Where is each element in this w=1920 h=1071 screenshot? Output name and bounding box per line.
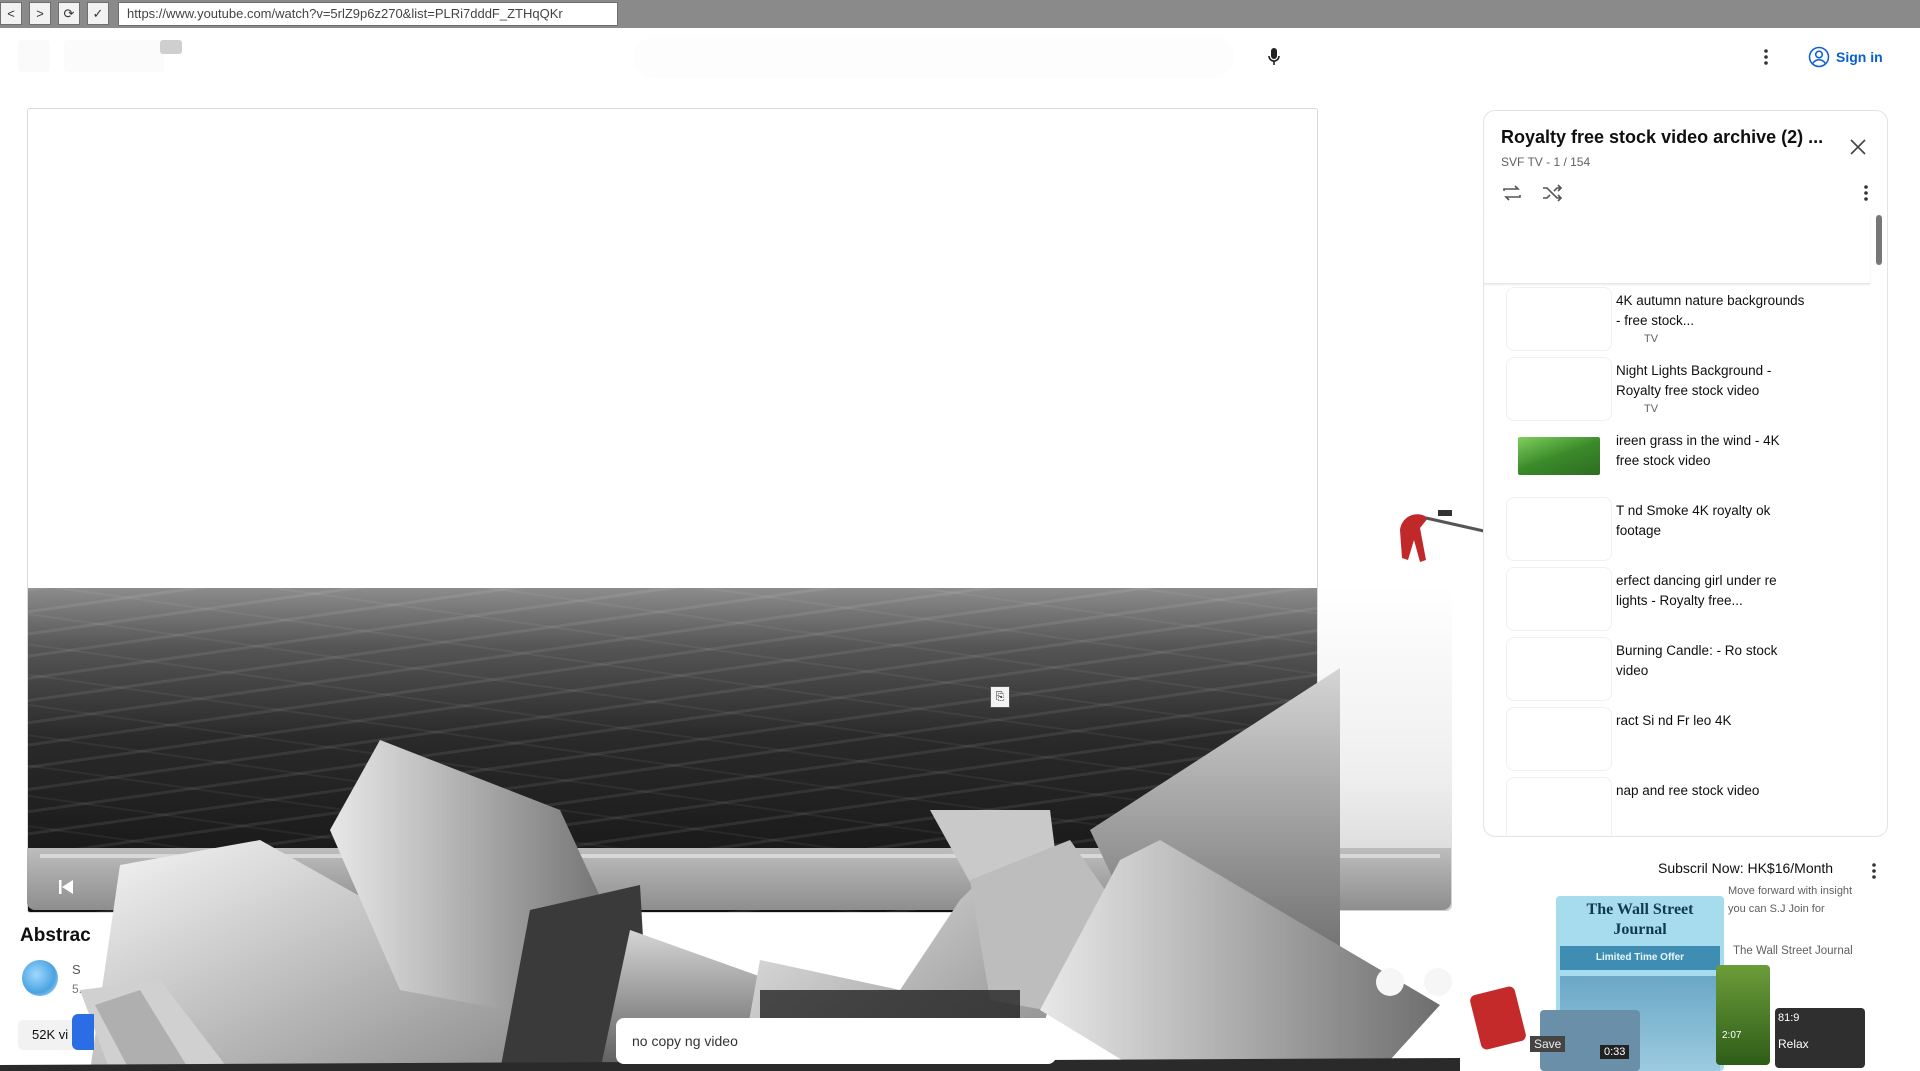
share-button[interactable] [72, 1014, 94, 1050]
shuffle-icon[interactable] [1540, 181, 1564, 205]
account-icon [1808, 46, 1830, 68]
list-item[interactable]: T nd Smoke 4K royalty ok footage [1484, 497, 1870, 567]
ad-kebab-icon[interactable] [1866, 860, 1882, 882]
list-item-title: ireen grass in the wind - 4K free stock … [1616, 433, 1780, 468]
list-item-title: T nd Smoke 4K royalty ok footage [1616, 503, 1771, 538]
video-thumbnail[interactable] [1506, 567, 1612, 631]
playlist-panel: Royalty free stock video archive (2) ...… [1483, 110, 1888, 837]
ad-body: Move forward with insight you can S.J Jo… [1728, 885, 1853, 915]
video-thumbnail[interactable] [1506, 777, 1612, 836]
wsj-brand: The Wall Street Journal [1556, 900, 1724, 940]
loop-icon[interactable] [1500, 181, 1524, 205]
list-item[interactable]: ract Si nd Fr leo 4K [1484, 707, 1870, 777]
video-thumbnail[interactable] [1506, 707, 1612, 771]
youtube-logo[interactable] [64, 40, 164, 72]
confirm-button[interactable]: ✓ [87, 2, 109, 25]
video-thumbnail[interactable] [1518, 437, 1600, 475]
limited-offer-label: Limited Time Offer [1560, 946, 1720, 970]
ad-cta[interactable]: Subscril Now: HK$16/Month [1658, 860, 1833, 876]
grass-thumb [1716, 965, 1770, 1065]
duration-badge: 0:33 [1600, 1045, 1630, 1059]
subscriber-count: 5. [72, 982, 83, 996]
wsj-brand-line1: The Wall Street [1586, 901, 1694, 918]
list-item[interactable]: 4K autumn nature backgrounds - free stoc… [1484, 287, 1870, 357]
ad-source: The Wall Street Journal [1733, 945, 1853, 957]
list-item[interactable]: Night Lights Background - Royalty free s… [1484, 357, 1870, 427]
list-item[interactable]: Burning Candle: - Ro stock video [1484, 637, 1870, 707]
logo-mark-icon [160, 40, 182, 54]
sign-in-label: Sign in [1836, 49, 1883, 65]
video-thumbnail[interactable] [1506, 357, 1612, 421]
browser-toolbar: < > ⟳ ✓ https://www.youtube.com/watch?v=… [0, 0, 1920, 28]
video-thumbnail[interactable] [1506, 497, 1612, 561]
reload-button[interactable]: ⟳ [58, 2, 80, 25]
playlist-kebab-icon[interactable] [1856, 181, 1876, 205]
glitch-overlay [0, 668, 1460, 1071]
action-pill-2[interactable] [1424, 968, 1452, 996]
list-item[interactable]: ireen grass in the wind - 4K free stock … [1484, 427, 1870, 497]
relax-label: Relax [1778, 1037, 1809, 1051]
search-box[interactable] [634, 36, 1234, 78]
wsj-brand-line2: Journal [1613, 921, 1667, 938]
playlist-scrollbar[interactable] [1876, 215, 1882, 265]
menu-button[interactable] [18, 40, 50, 72]
relax-time: 81:9 [1778, 1012, 1800, 1024]
list-item[interactable]: erfect dancing girl under re lights - Ro… [1484, 567, 1870, 637]
side-time: 2:07 [1722, 1030, 1742, 1041]
sign-in-button[interactable]: Sign in [1800, 42, 1891, 72]
list-item-title: ract Si nd Fr leo 4K [1616, 713, 1732, 728]
list-item[interactable]: nap and ree stock video [1484, 777, 1870, 836]
list-item-channel: TV [1644, 333, 1659, 345]
playlist-subtitle: SVF TV - 1 / 154 [1501, 155, 1591, 169]
list-item-title: Night Lights Background - Royalty free s… [1616, 363, 1772, 398]
video-thumbnail[interactable] [1506, 637, 1612, 701]
close-icon[interactable] [1846, 135, 1870, 159]
list-item-title: 4K autumn nature backgrounds - free stoc… [1616, 293, 1805, 328]
description-snippet[interactable]: no copy ng video [616, 1018, 1056, 1064]
channel-name[interactable]: S [72, 962, 81, 977]
microphone-icon[interactable] [1262, 44, 1286, 70]
list-item-title: Burning Candle: - Ro stock video [1616, 643, 1778, 678]
video-title: Abstrac [20, 925, 91, 946]
settings-kebab-icon[interactable] [1756, 44, 1776, 70]
list-item-title: nap and ree stock video [1616, 783, 1760, 798]
address-bar[interactable]: https://www.youtube.com/watch?v=5rlZ9p6z… [118, 2, 618, 26]
playlist-title[interactable]: Royalty free stock video archive (2) ... [1501, 127, 1841, 148]
current-playlist-item[interactable] [1484, 211, 1870, 284]
list-item-channel: TV [1644, 403, 1659, 415]
back-button[interactable]: < [0, 2, 22, 25]
video-thumbnail[interactable] [1506, 287, 1612, 351]
red-sticker [1468, 985, 1528, 1051]
list-item-title: erfect dancing girl under re lights - Ro… [1616, 573, 1777, 608]
save-label[interactable]: Save [1530, 1036, 1566, 1052]
action-pill-1[interactable] [1376, 968, 1404, 996]
forward-button[interactable]: > [29, 2, 51, 25]
channel-avatar[interactable] [22, 960, 58, 996]
